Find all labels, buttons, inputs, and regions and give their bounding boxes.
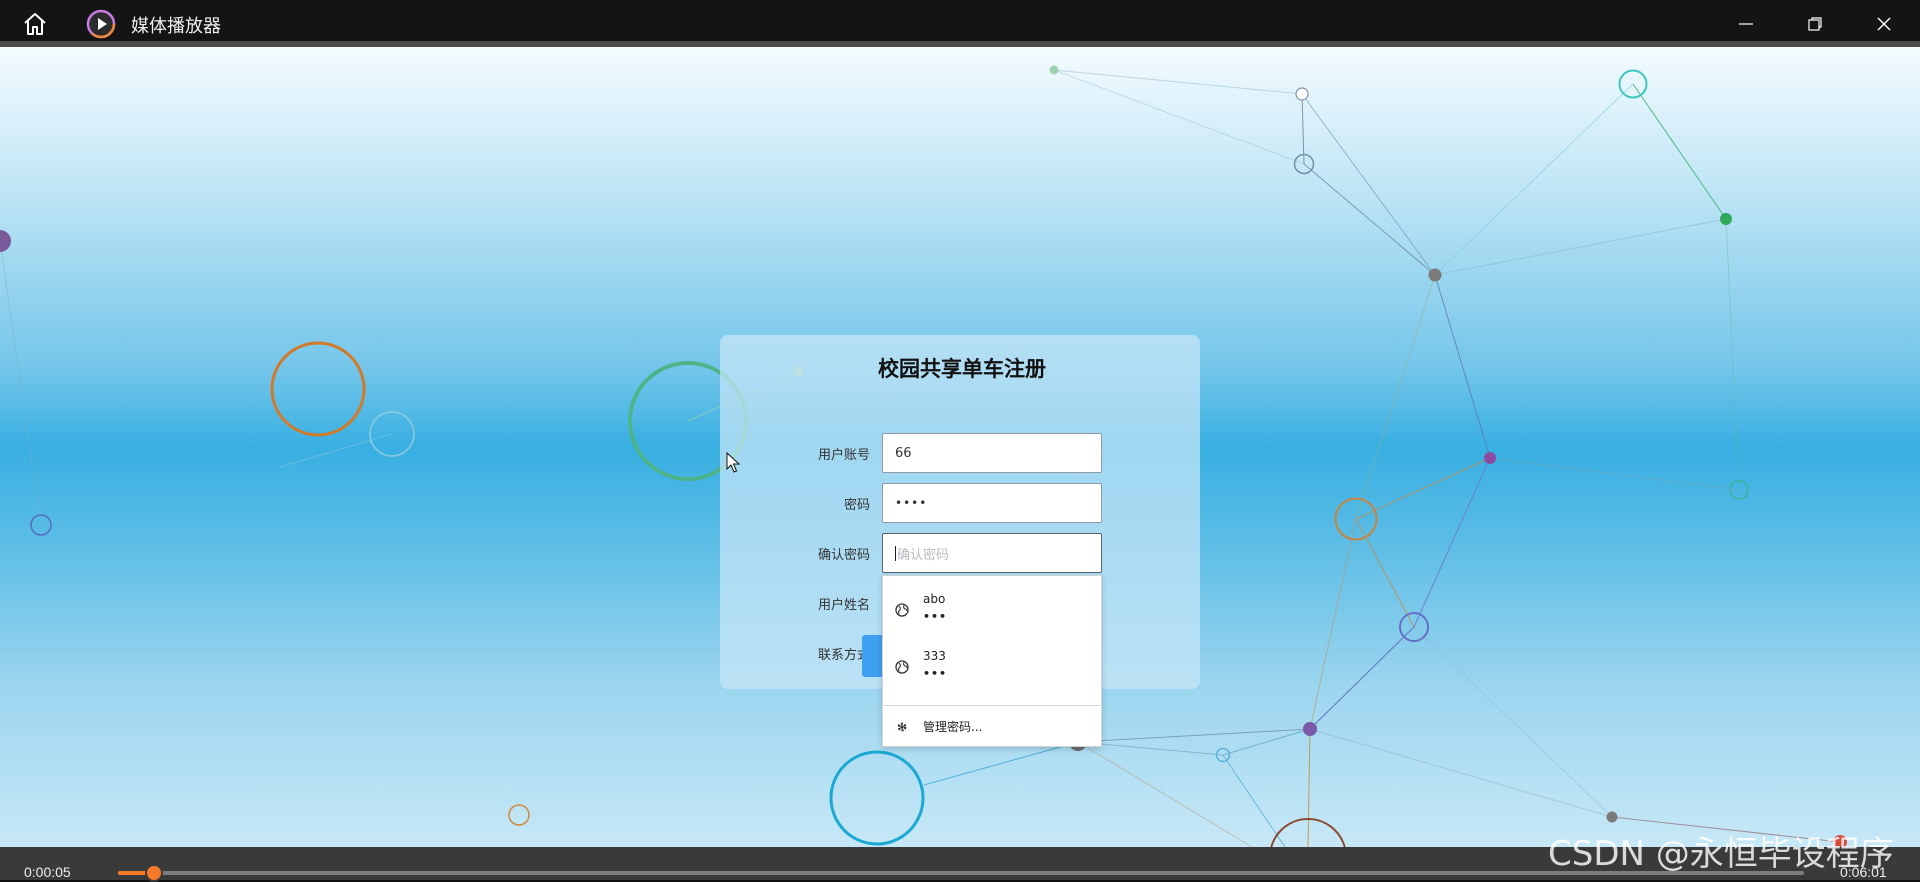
home-icon[interactable] (20, 10, 50, 38)
manage-passwords-item[interactable]: 管理密码... (883, 706, 1101, 746)
password-input[interactable]: •••• (882, 483, 1102, 523)
saved-password: ••• (923, 667, 948, 680)
video-frame: 校园共享单车注册 用户账号 66 密码 •••• 确认密码 确认密码 用户姓名 … (0, 47, 1920, 847)
account-input-value: 66 (895, 445, 912, 461)
confirm-password-placeholder: 确认密码 (897, 547, 950, 563)
play-circle-icon (86, 9, 116, 39)
saved-credential-item[interactable]: abo ••• (883, 582, 1101, 638)
confirm-password-input[interactable]: 确认密码 (882, 533, 1102, 573)
account-input[interactable]: 66 (882, 433, 1102, 473)
seek-thumb[interactable] (145, 864, 163, 882)
saved-username: abo (923, 592, 946, 606)
close-icon[interactable] (1866, 8, 1902, 40)
saved-credential-item[interactable]: 333 ••• (883, 639, 1101, 695)
password-autofill-dropdown: abo ••• 333 ••• 管理密码... (882, 575, 1102, 747)
minimize-icon[interactable] (1728, 8, 1764, 40)
watermark: CSDN @永恒毕设程序 (1548, 834, 1894, 874)
window-titlebar: 媒体播放器 (0, 0, 1920, 47)
gear-icon (895, 719, 909, 733)
account-label: 用户账号 (817, 448, 870, 463)
confirm-password-label: 确认密码 (817, 548, 870, 563)
globe-icon (895, 602, 909, 617)
name-label: 用户姓名 (817, 598, 870, 613)
current-time: 0:00:05 (24, 864, 71, 880)
restore-icon[interactable] (1797, 8, 1833, 40)
saved-username: 333 (923, 649, 946, 663)
manage-passwords-label: 管理密码... (923, 720, 983, 734)
form-title: 校园共享单车注册 (878, 357, 1046, 381)
password-input-value: •••• (895, 496, 928, 510)
saved-password: ••• (923, 610, 948, 623)
mouse-cursor-icon (726, 451, 741, 474)
window-title: 媒体播放器 (131, 16, 221, 37)
password-label: 密码 (843, 498, 870, 513)
globe-icon (895, 659, 909, 674)
text-caret (895, 545, 896, 561)
